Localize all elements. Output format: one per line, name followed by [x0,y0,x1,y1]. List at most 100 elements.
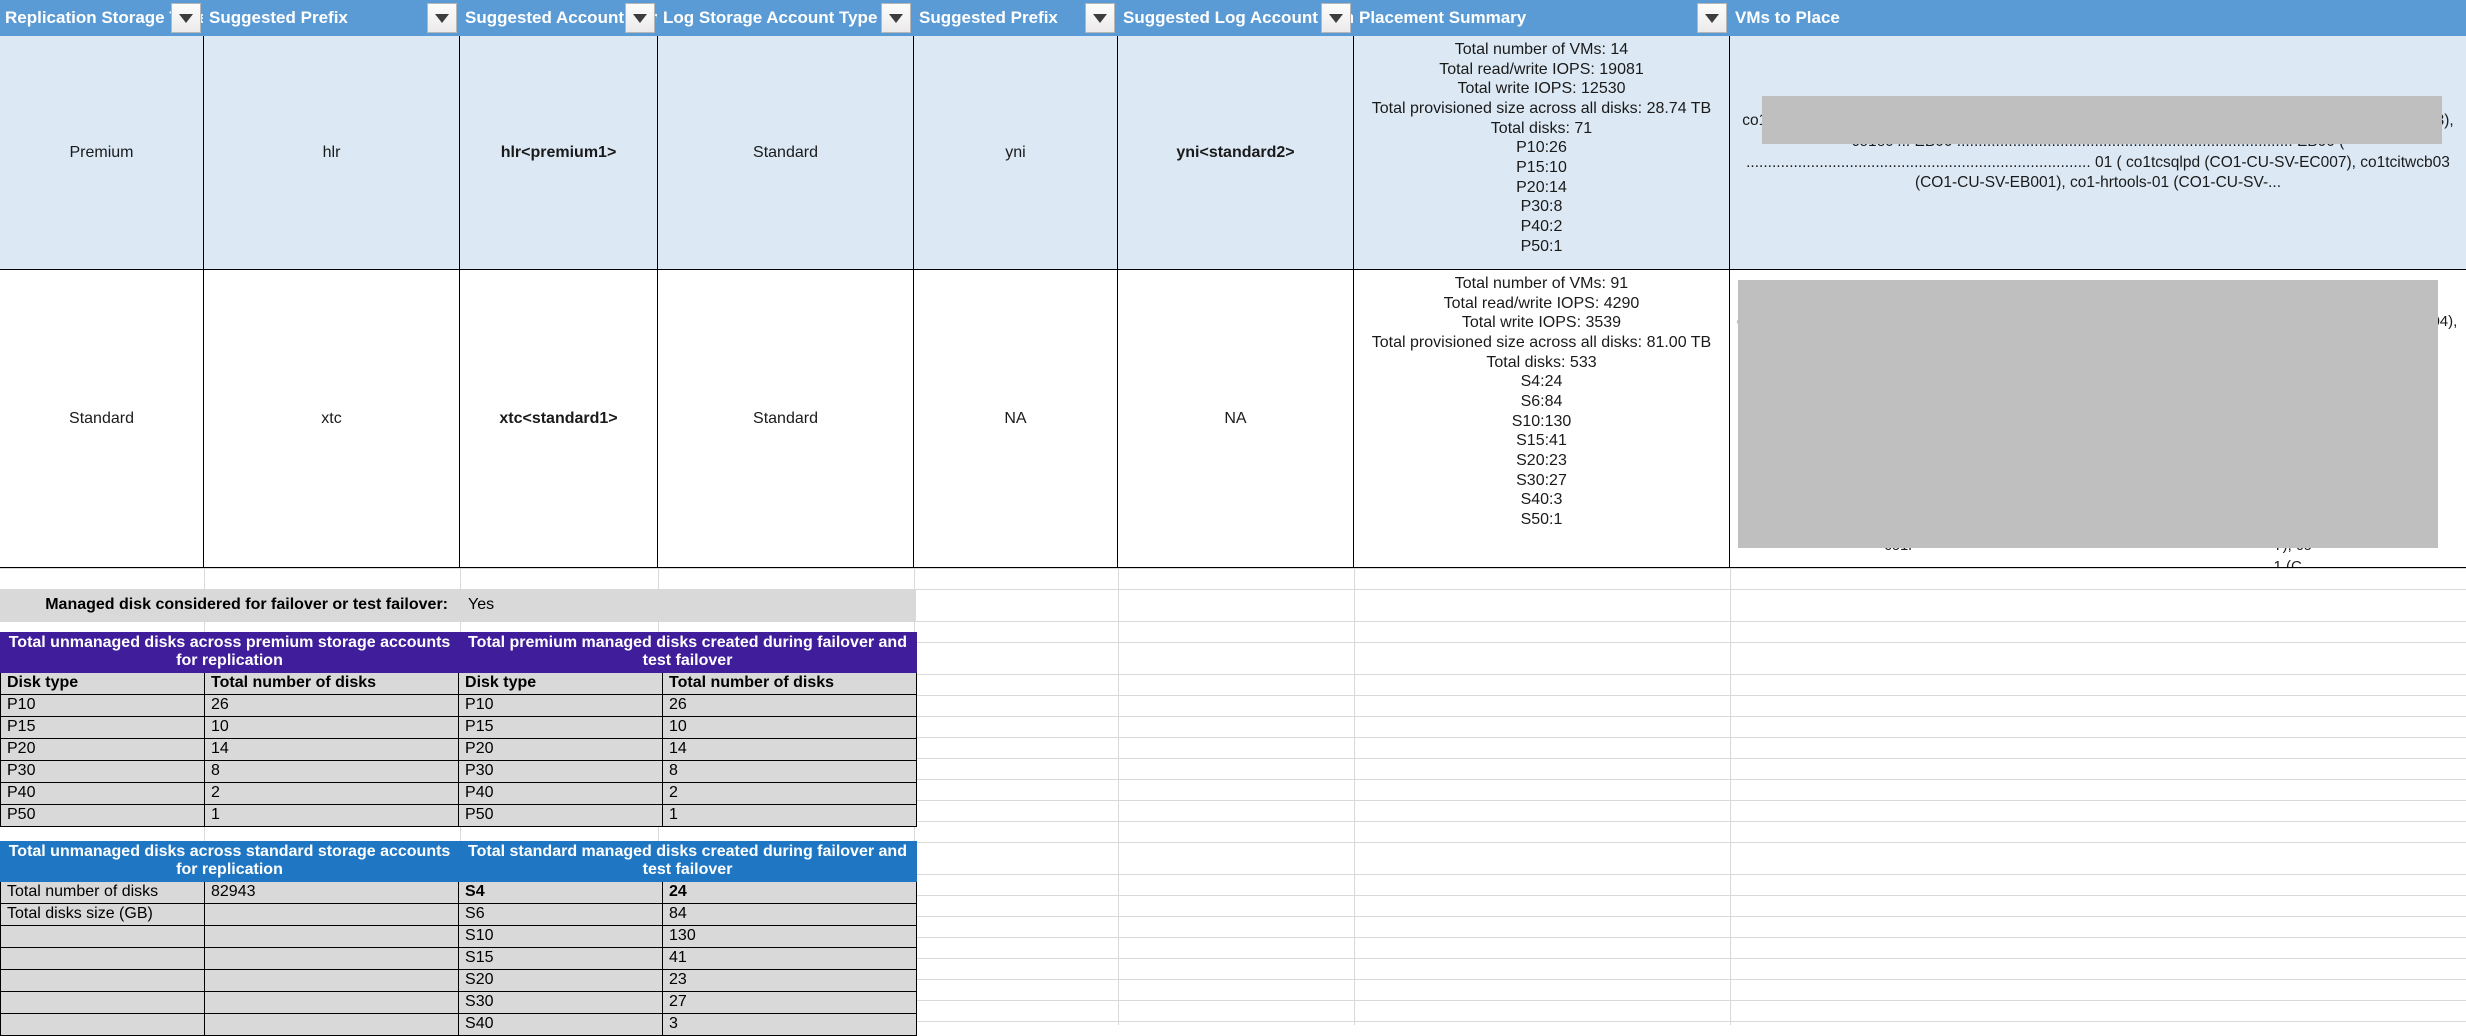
table-row: S10 130 [0,924,918,948]
table-cell: 27 [662,990,918,1014]
table-cell: 10 [203,715,460,739]
placement-summary-line: P30:8 [1520,198,1563,216]
filter-dropdown-icon-2[interactable] [625,3,655,33]
filter-dropdown-icon-4[interactable] [1085,3,1115,33]
table-cell: 8 [662,759,918,783]
filter-dropdown-icon-6[interactable] [1697,3,1727,33]
filter-dropdown-icon-0[interactable] [171,3,201,33]
table-cell: Total number of disks [0,880,205,904]
column-header-replication-storage-type[interactable]: Replication Storage Type [0,0,204,36]
table-cell: 23 [662,968,918,992]
placement-summary-line: Total read/write IOPS: 4290 [1443,294,1640,312]
cell-replication-storage-type: Standard [0,270,204,568]
placement-summary-line: P15:10 [1516,159,1567,177]
table-cell [203,990,460,1014]
premium-col-disk-type-left: Disk type [0,671,205,695]
placement-summary-lines: Total number of VMs: 91 Total read/write … [1372,270,1711,530]
table-cell [203,968,460,992]
table-cell [203,1012,460,1036]
table-cell: P15 [0,715,205,739]
premium-managed-banner: Total premium managed disks created duri… [458,632,918,673]
managed-disk-note-value: Yes [458,589,916,621]
table-row: S30 27 [0,990,918,1014]
table-cell: P40 [458,781,664,805]
table-row: P50 1 P50 1 [0,803,918,827]
column-header-label: VMs to Place [1735,8,1840,27]
table-row-standard: Standard xtc xtc<standard1> Standard NA … [0,270,2466,568]
column-header-vms-to-place[interactable]: VMs to Place [1730,0,2466,36]
table-cell: P20 [0,737,205,761]
table-cell: P30 [0,759,205,783]
standard-managed-banner: Total standard managed disks created dur… [458,841,918,882]
table-cell: P50 [458,803,664,827]
column-header-suggested-prefix-1[interactable]: Suggested Prefix [204,0,460,36]
premium-disks-table: Total unmanaged disks across premium sto… [0,632,918,827]
table-cell [0,990,205,1014]
table-cell: 24 [662,880,918,904]
redaction-overlay [1762,96,2442,144]
cell-log-storage-account-type: Standard [658,36,914,270]
table-cell: 84 [662,902,918,926]
grid-line [1354,568,1355,1025]
placement-summary-line: S50:1 [1520,511,1563,529]
table-cell [203,924,460,948]
table-row: P40 2 P40 2 [0,781,918,805]
placement-summary-line: S4:24 [1520,373,1563,391]
cell-suggested-prefix: xtc [204,270,460,568]
table-cell: 1 [662,803,918,827]
cell-placement-summary: Total number of VMs: 14 Total read/write … [1354,36,1730,270]
grid-line [1730,568,1731,1025]
table-cell: P20 [458,737,664,761]
table-cell: 2 [662,781,918,805]
table-cell: S4 [458,880,664,904]
cell-vms-to-place: co1 ........l1 (CO1-CU-SV-EE001), co1 ..… [1730,36,2466,270]
table-cell [203,902,460,926]
filter-dropdown-icon-3[interactable] [881,3,911,33]
grid-line [0,621,2466,622]
column-header-suggested-account-name[interactable]: Suggested Account Name [460,0,658,36]
table-row: Total disks size (GB) S6 84 [0,902,918,926]
table-row: Total number of disks 82943 S4 24 [0,880,918,904]
table-row: S20 23 [0,968,918,992]
table-cell [0,946,205,970]
table-cell: 14 [203,737,460,761]
table-cell: S40 [458,1012,664,1036]
table-cell: P15 [458,715,664,739]
cell-replication-storage-type: Premium [0,36,204,270]
placement-summary-line: Total read/write IOPS: 19081 [1439,60,1644,78]
placement-summary-lines: Total number of VMs: 14 Total read/write … [1372,36,1711,256]
premium-col-disk-type-right: Disk type [458,671,664,695]
column-header-log-storage-account-type[interactable]: Log Storage Account Type [658,0,914,36]
filter-dropdown-icon-1[interactable] [427,3,457,33]
column-header-label: Suggested Prefix [919,8,1058,27]
cell-placement-summary: Total number of VMs: 91 Total read/write … [1354,270,1730,568]
placement-summary-line: S15:41 [1516,432,1567,450]
table-cell: 2 [203,781,460,805]
table-cell: 41 [662,946,918,970]
premium-col-total-left: Total number of disks [203,671,460,695]
cell-vms-to-place: co1ocitwcb07 (CO1-CU-SV-EB004), co1piapp… [1730,270,2466,568]
filter-dropdown-icon-5[interactable] [1321,3,1351,33]
placement-summary-line: S6:84 [1520,393,1563,411]
placement-summary-line: P40:2 [1520,218,1563,236]
placement-summary-line: Total write IOPS: 12530 [1457,80,1626,98]
redaction-overlay [1738,280,2438,548]
standard-unmanaged-banner: Total unmanaged disks across standard st… [0,841,460,882]
table-row: P10 26 P10 26 [0,693,918,717]
column-header-label: Suggested Log Account Name [1123,8,1353,27]
table-cell: S6 [458,902,664,926]
placement-summary-line: S20:23 [1516,452,1567,470]
placement-summary-line: Total disks: 533 [1486,353,1597,371]
table-row: P30 8 P30 8 [0,759,918,783]
column-header-suggested-prefix-2[interactable]: Suggested Prefix [914,0,1118,36]
column-header-placement-summary[interactable]: Placement Summary [1354,0,1730,36]
cell-suggested-log-account-name: yni<standard2> [1118,36,1354,270]
column-header-label: Placement Summary [1359,8,1527,27]
column-header-suggested-log-account-name[interactable]: Suggested Log Account Name [1118,0,1354,36]
table-cell [0,968,205,992]
cell-suggested-prefix: hlr [204,36,460,270]
premium-col-total-right: Total number of disks [662,671,918,695]
column-header-label: Suggested Prefix [209,8,348,27]
placement-summary-line: Total number of VMs: 14 [1454,41,1629,58]
table-cell: S10 [458,924,664,948]
